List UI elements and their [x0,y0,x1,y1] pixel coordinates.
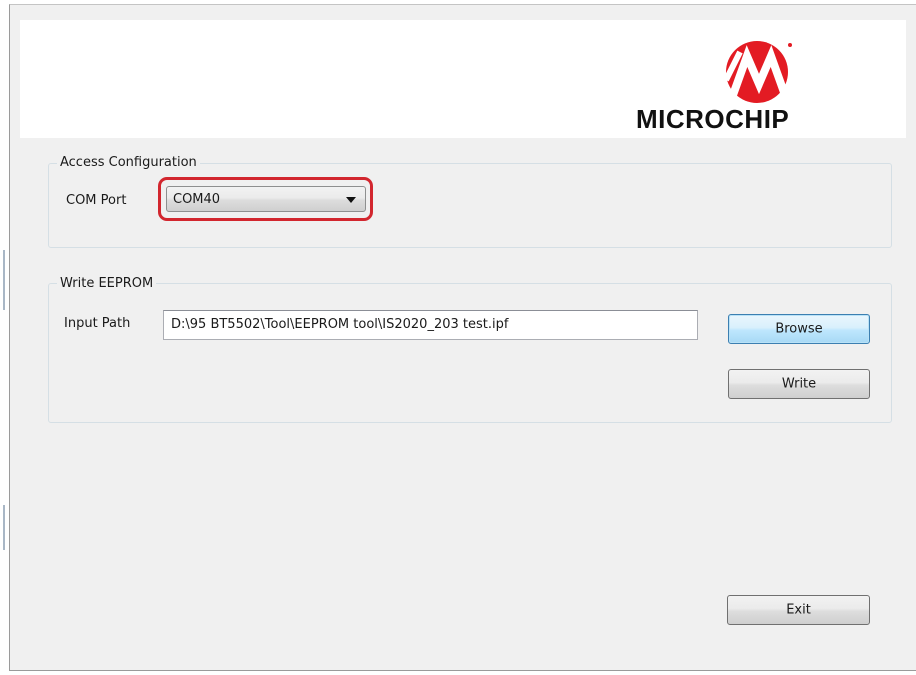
com-port-highlight-annotation [158,177,373,221]
input-path-field[interactable]: D:\95 BT5502\Tool\EEPROM tool\IS2020_203… [163,310,698,340]
input-path-label: Input Path [64,316,131,331]
com-port-label: COM Port [66,193,127,208]
access-configuration-title: Access Configuration [57,155,200,170]
brand-wordmark: MICROCHIP [636,104,790,134]
exit-button-label: Exit [786,602,811,618]
write-button[interactable]: Write [728,369,870,399]
exit-button[interactable]: Exit [727,595,870,625]
edge-segment [3,505,5,550]
write-eeprom-group [48,283,892,423]
input-path-value: D:\95 BT5502\Tool\EEPROM tool\IS2020_203… [171,317,509,332]
left-window-edge [0,0,9,675]
browse-button-label: Browse [775,321,823,337]
write-button-label: Write [781,376,817,392]
browse-button[interactable]: Browse [728,314,870,344]
write-eeprom-title: Write EEPROM [57,276,157,291]
edge-segment [3,250,5,310]
